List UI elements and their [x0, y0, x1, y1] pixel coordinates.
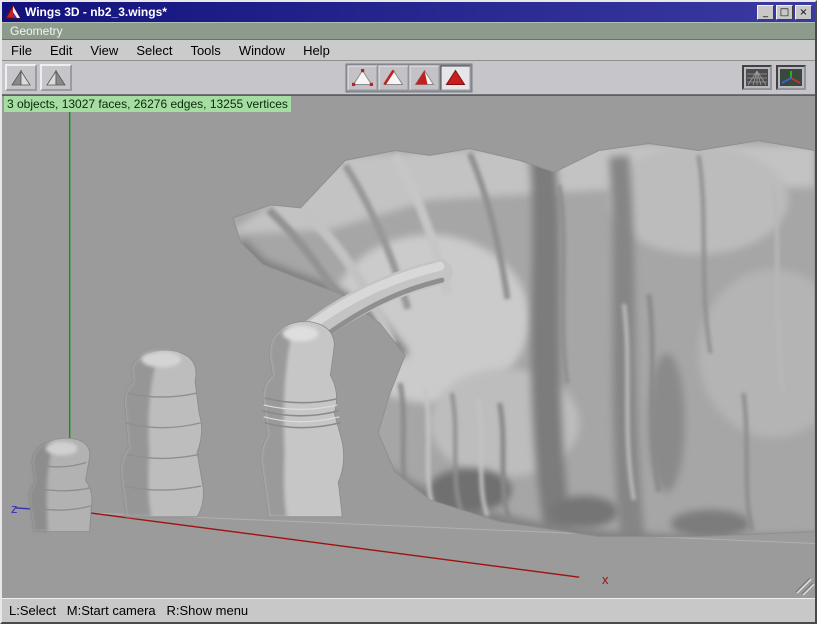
body-mode-button[interactable]: [440, 65, 470, 90]
rock-pillar-middle[interactable]: [120, 350, 203, 517]
menu-view[interactable]: View: [81, 41, 127, 60]
titlebar[interactable]: Wings 3D - nb2_3.wings* _ □ ×: [2, 2, 815, 22]
vertex-mode-icon: [350, 68, 374, 88]
undo-button[interactable]: [5, 64, 37, 91]
window-controls: _ □ ×: [757, 5, 812, 20]
toolbar-right-group: [742, 65, 806, 90]
status-mouse-hints: L:Select M:Start camera R:Show menu: [9, 603, 248, 618]
geometry-window-header[interactable]: Geometry: [2, 22, 815, 40]
x-axis-label: x: [602, 572, 609, 587]
maximize-button[interactable]: □: [776, 5, 793, 20]
vertex-mode-button[interactable]: [347, 65, 377, 90]
redo-icon: [45, 69, 67, 87]
menu-help[interactable]: Help: [294, 41, 339, 60]
menu-tools[interactable]: Tools: [181, 41, 229, 60]
scene-canvas: x z: [2, 96, 815, 598]
rock-pillar-tall[interactable]: [261, 321, 344, 516]
toolbar: [2, 61, 815, 95]
window-title: Wings 3D - nb2_3.wings*: [25, 5, 753, 19]
menu-select[interactable]: Select: [127, 41, 181, 60]
geometry-window-title: Geometry: [10, 24, 63, 38]
face-mode-button[interactable]: [409, 65, 439, 90]
menu-file[interactable]: File: [2, 41, 41, 60]
menu-window[interactable]: Window: [230, 41, 294, 60]
menubar: File Edit View Select Tools Window Help: [2, 40, 815, 61]
scene-info-text: 3 objects, 13027 faces, 26276 edges, 132…: [4, 96, 291, 112]
toolbar-left-group: [5, 64, 72, 91]
statusbar: L:Select M:Start camera R:Show menu: [2, 598, 815, 622]
ground-plane-grid-icon: [746, 69, 768, 86]
resize-grip[interactable]: [796, 578, 814, 595]
edge-mode-button[interactable]: [378, 65, 408, 90]
z-axis-label: z: [11, 501, 17, 516]
selection-mode-group: [345, 63, 472, 92]
viewport-3d[interactable]: x z 3 objects, 13027 faces, 26276 edges,…: [2, 95, 815, 598]
ground-plane-toggle-button[interactable]: [742, 65, 772, 90]
wings3d-window: Wings 3D - nb2_3.wings* _ □ × Geometry F…: [0, 0, 817, 624]
redo-button[interactable]: [40, 64, 72, 91]
edge-mode-icon: [381, 68, 405, 88]
minimize-button[interactable]: _: [757, 5, 774, 20]
face-mode-icon: [412, 68, 436, 88]
axes-toggle-button[interactable]: [776, 65, 806, 90]
app-icon: [5, 4, 21, 20]
menu-edit[interactable]: Edit: [41, 41, 81, 60]
body-mode-icon: [443, 68, 467, 88]
axes-icon: [780, 69, 802, 86]
close-button[interactable]: ×: [795, 5, 812, 20]
rock-pillar-small[interactable]: [29, 438, 92, 532]
scene-info-badge: 3 objects, 13027 faces, 26276 edges, 132…: [4, 97, 291, 111]
undo-icon: [10, 69, 32, 87]
